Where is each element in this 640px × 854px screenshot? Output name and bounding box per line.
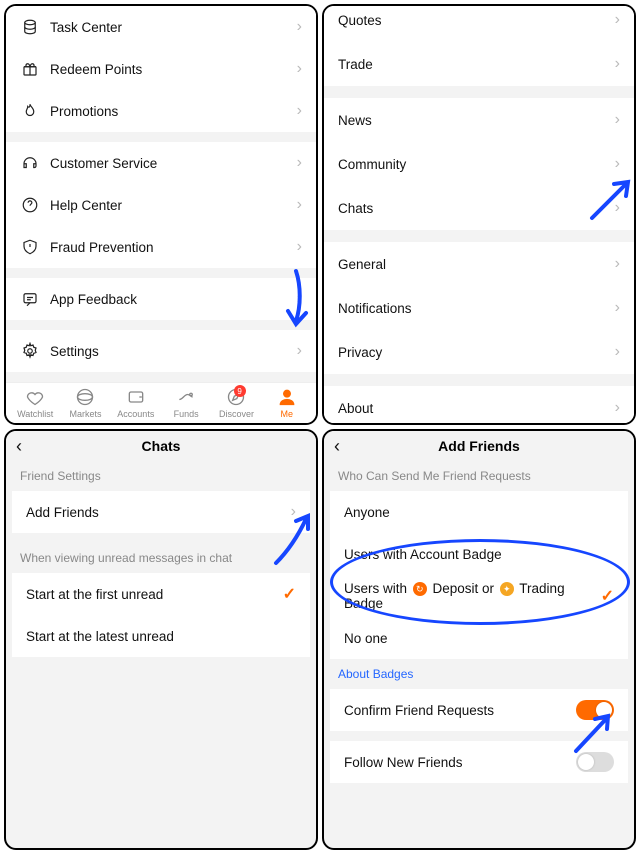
chevron-right-icon: › (297, 60, 302, 78)
chevron-right-icon: › (615, 399, 620, 417)
me-row-app-feedback[interactable]: App Feedback › (6, 278, 316, 320)
check-icon: ✓ (283, 584, 296, 604)
chevron-right-icon: › (615, 111, 620, 129)
tab-markets[interactable]: Markets (60, 387, 110, 419)
chevron-right-icon: › (297, 290, 302, 308)
chevron-right-icon: › (615, 55, 620, 73)
check-icon: ✓ (601, 586, 614, 606)
friend-req-anyone[interactable]: Anyone (330, 491, 628, 533)
tab-discover[interactable]: Discover9 (211, 387, 261, 419)
tab-funds[interactable]: Funds (161, 387, 211, 419)
question-icon (20, 195, 40, 215)
trading-badge-icon: ✦ (500, 582, 514, 596)
settings-row-notifications[interactable]: Notifications› (324, 286, 634, 330)
settings-row-chats[interactable]: Chats› (324, 186, 634, 230)
row-label: App Feedback (50, 292, 297, 307)
settings-row-privacy[interactable]: Privacy› (324, 330, 634, 374)
back-button[interactable]: ‹ (16, 436, 22, 457)
settings-row-general[interactable]: General› (324, 242, 634, 286)
page-header: ‹ Chats (6, 431, 316, 461)
shield-icon (20, 237, 40, 257)
feedback-icon (20, 289, 40, 309)
settings-row-about[interactable]: About› (324, 386, 634, 425)
section-header: Friend Settings (6, 461, 316, 491)
friend-req-deposit-trading[interactable]: Users with ↻ Deposit or ✦ Trading Badge … (330, 575, 628, 617)
me-row-task-center[interactable]: Task Center › (6, 6, 316, 48)
settings-row-community[interactable]: Community› (324, 142, 634, 186)
settings-row-quotes[interactable]: Quotes› (324, 4, 634, 42)
tab-accounts[interactable]: Accounts (111, 387, 161, 419)
me-row-redeem-points[interactable]: Redeem Points › (6, 48, 316, 90)
row-label: Customer Service (50, 156, 297, 171)
unread-option-latest[interactable]: Start at the latest unread (12, 615, 310, 657)
chevron-right-icon: › (297, 238, 302, 256)
gear-icon (20, 341, 40, 361)
page-title: Add Friends (438, 438, 520, 454)
me-row-help-center[interactable]: Help Center › (6, 184, 316, 226)
about-badges-link[interactable]: About Badges (324, 659, 634, 689)
row-label: Promotions (50, 104, 297, 119)
row-label: Fraud Prevention (50, 240, 297, 255)
toggle-on[interactable] (576, 700, 614, 720)
chevron-right-icon: › (615, 255, 620, 273)
notification-badge: 9 (234, 385, 246, 397)
chats-add-friends[interactable]: Add Friends› (12, 491, 310, 533)
back-button[interactable]: ‹ (334, 436, 340, 457)
chevron-right-icon: › (615, 299, 620, 317)
gift-icon (20, 59, 40, 79)
chevron-right-icon: › (297, 154, 302, 172)
chevron-right-icon: › (297, 342, 302, 360)
row-label: Redeem Points (50, 62, 297, 77)
chevron-right-icon: › (297, 102, 302, 120)
settings-row-news[interactable]: News› (324, 98, 634, 142)
row-label: Help Center (50, 198, 297, 213)
fire-icon (20, 101, 40, 121)
follow-new-friends[interactable]: Follow New Friends (330, 741, 628, 783)
unread-option-first[interactable]: Start at the first unread✓ (12, 573, 310, 615)
confirm-friend-requests[interactable]: Confirm Friend Requests (330, 689, 628, 731)
chevron-right-icon: › (297, 196, 302, 214)
settings-row-trade[interactable]: Trade› (324, 42, 634, 86)
chevron-right-icon: › (615, 199, 620, 217)
row-label: Settings (50, 344, 297, 359)
me-row-customer-service[interactable]: Customer Service › (6, 142, 316, 184)
me-row-fraud-prevention[interactable]: Fraud Prevention › (6, 226, 316, 268)
tab-watchlist[interactable]: Watchlist (10, 387, 60, 419)
chevron-right-icon: › (615, 11, 620, 29)
chevron-right-icon: › (297, 18, 302, 36)
me-row-promotions[interactable]: Promotions › (6, 90, 316, 132)
me-row-settings[interactable]: Settings › (6, 330, 316, 372)
deposit-badge-icon: ↻ (413, 582, 427, 596)
toggle-off[interactable] (576, 752, 614, 772)
tab-me[interactable]: Me (262, 387, 312, 419)
friend-req-noone[interactable]: No one (330, 617, 628, 659)
friend-req-account-badge[interactable]: Users with Account Badge (330, 533, 628, 575)
section-header: Who Can Send Me Friend Requests (324, 461, 634, 491)
headset-icon (20, 153, 40, 173)
page-header: ‹ Add Friends (324, 431, 634, 461)
chevron-right-icon: › (615, 343, 620, 361)
chevron-right-icon: › (615, 155, 620, 173)
row-label: Users with ↻ Deposit or ✦ Trading Badge (344, 581, 601, 611)
row-label: Task Center (50, 20, 297, 35)
page-title: Chats (142, 438, 181, 454)
chevron-right-icon: › (291, 503, 296, 521)
bottom-tab-bar: Watchlist Markets Accounts Funds Discove… (6, 382, 316, 423)
stack-icon (20, 17, 40, 37)
section-header: When viewing unread messages in chat (6, 543, 316, 573)
